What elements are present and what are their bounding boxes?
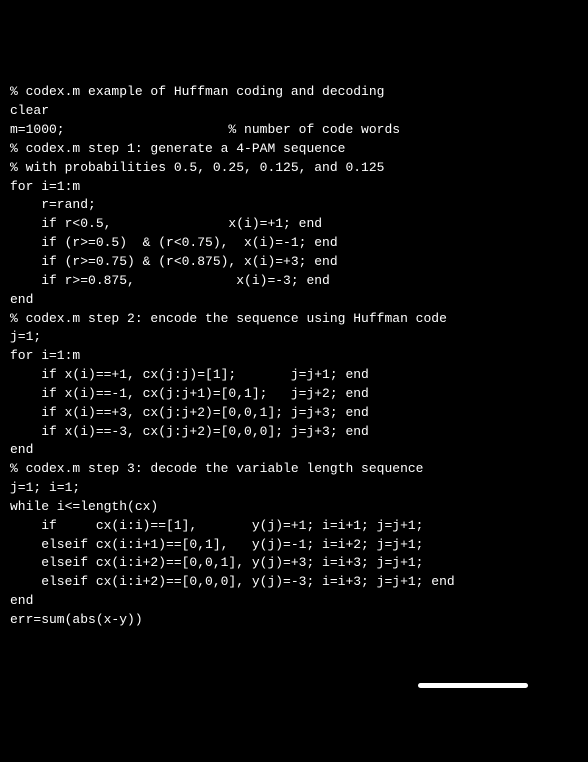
code-line: if x(i)==-1, cx(j:j+1)=[0,1]; j=j+2; end bbox=[10, 385, 578, 404]
code-line: j=1; bbox=[10, 328, 578, 347]
code-line: if (r>=0.75) & (r<0.875), x(i)=+3; end bbox=[10, 253, 578, 272]
code-line: % codex.m step 2: encode the sequence us… bbox=[10, 310, 578, 329]
code-line: % codex.m step 1: generate a 4-PAM seque… bbox=[10, 140, 578, 159]
code-line: while i<=length(cx) bbox=[10, 498, 578, 517]
code-line: elseif cx(i:i+2)==[0,0,0], y(j)=-3; i=i+… bbox=[10, 573, 578, 592]
code-line: elseif cx(i:i+2)==[0,0,1], y(j)=+3; i=i+… bbox=[10, 554, 578, 573]
code-line: err=sum(abs(x-y)) bbox=[10, 611, 578, 630]
code-block: % codex.m example of Huffman coding and … bbox=[10, 83, 578, 629]
code-line: end bbox=[10, 441, 578, 460]
code-line: elseif cx(i:i+1)==[0,1], y(j)=-1; i=i+2;… bbox=[10, 536, 578, 555]
home-indicator bbox=[418, 683, 528, 688]
code-line: if x(i)==+3, cx(j:j+2)=[0,0,1]; j=j+3; e… bbox=[10, 404, 578, 423]
code-line: clear bbox=[10, 102, 578, 121]
code-line: end bbox=[10, 291, 578, 310]
code-line: % codex.m step 3: decode the variable le… bbox=[10, 460, 578, 479]
code-line: % codex.m example of Huffman coding and … bbox=[10, 83, 578, 102]
code-line: j=1; i=1; bbox=[10, 479, 578, 498]
code-line: for i=1:m bbox=[10, 178, 578, 197]
code-line: if r<0.5, x(i)=+1; end bbox=[10, 215, 578, 234]
code-line: if r>=0.875, x(i)=-3; end bbox=[10, 272, 578, 291]
code-line: m=1000; % number of code words bbox=[10, 121, 578, 140]
code-line: if (r>=0.5) & (r<0.75), x(i)=-1; end bbox=[10, 234, 578, 253]
code-line: if x(i)==+1, cx(j:j)=[1]; j=j+1; end bbox=[10, 366, 578, 385]
code-line: if x(i)==-3, cx(j:j+2)=[0,0,0]; j=j+3; e… bbox=[10, 423, 578, 442]
code-line: r=rand; bbox=[10, 196, 578, 215]
code-line: if cx(i:i)==[1], y(j)=+1; i=i+1; j=j+1; bbox=[10, 517, 578, 536]
code-line: end bbox=[10, 592, 578, 611]
code-line: for i=1:m bbox=[10, 347, 578, 366]
code-line: % with probabilities 0.5, 0.25, 0.125, a… bbox=[10, 159, 578, 178]
